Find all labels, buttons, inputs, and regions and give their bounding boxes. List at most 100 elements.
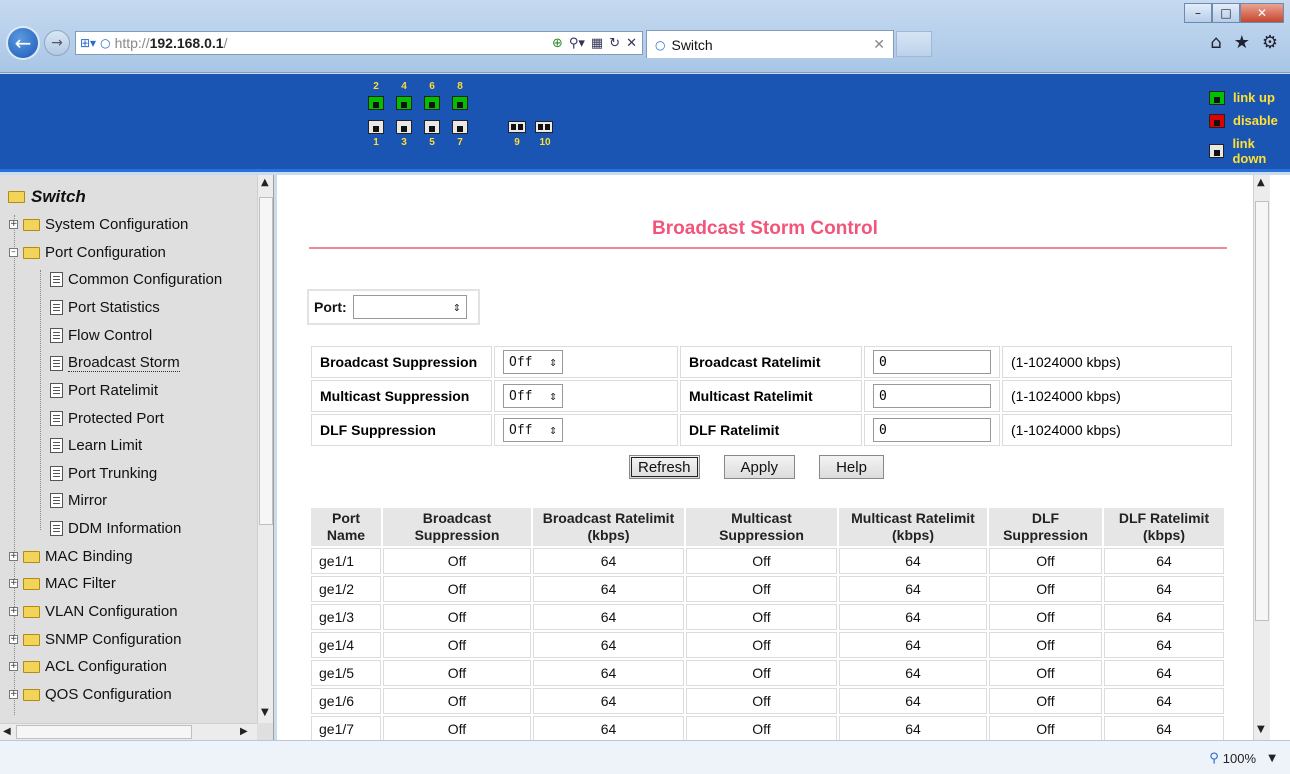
port-number: 5 bbox=[429, 137, 435, 148]
port-2-icon[interactable] bbox=[368, 96, 384, 110]
scroll-left-icon[interactable]: ◀ bbox=[3, 726, 11, 737]
gear-icon[interactable]: ⚙ bbox=[1262, 32, 1278, 53]
port-status-panel: 2 4 6 8 1 3 5 7 9 10 link up disable lin… bbox=[0, 74, 1290, 172]
main-vertical-scrollbar[interactable]: ▲ ▼ bbox=[1253, 175, 1270, 740]
refresh-icon[interactable]: ↻ bbox=[609, 36, 620, 51]
compat-icon[interactable]: ▦ bbox=[591, 36, 603, 51]
expand-icon[interactable]: + bbox=[9, 579, 18, 588]
page-margin bbox=[1270, 175, 1290, 740]
port-6-icon[interactable] bbox=[424, 96, 440, 110]
nav-vertical-scrollbar[interactable]: ▲ ▼ bbox=[257, 175, 273, 723]
nav-item-system-configuration[interactable]: + System Configuration bbox=[9, 216, 188, 233]
nav-item-ddm-information[interactable]: DDM Information bbox=[50, 520, 181, 537]
status-bar: ⚲ 100% ▼ bbox=[0, 740, 1290, 774]
cell-multicast-ratelimit: 64 bbox=[839, 716, 987, 740]
port-3-icon[interactable] bbox=[396, 120, 412, 134]
nav-item-vlan-configuration[interactable]: + VLAN Configuration bbox=[9, 603, 178, 620]
nav-item-mirror[interactable]: Mirror bbox=[50, 492, 107, 509]
table-header-row: Port Name Broadcast Suppression Broadcast … bbox=[311, 508, 1224, 546]
cell-broadcast-suppression: Off bbox=[383, 688, 531, 714]
scroll-up-icon[interactable]: ▲ bbox=[1257, 177, 1265, 188]
nav-item-port-statistics[interactable]: Port Statistics bbox=[50, 299, 160, 316]
star-icon[interactable]: ★ bbox=[1234, 32, 1250, 53]
port-9-sfp-icon[interactable] bbox=[508, 121, 526, 133]
nav-item-qos-configuration[interactable]: + QOS Configuration bbox=[9, 686, 172, 703]
folder-icon bbox=[23, 218, 40, 231]
nav-item-port-trunking[interactable]: Port Trunking bbox=[50, 465, 157, 482]
multicast-suppression-select[interactable]: Off ⇕ bbox=[503, 384, 563, 408]
scroll-thumb[interactable] bbox=[16, 725, 192, 739]
scroll-thumb[interactable] bbox=[1255, 201, 1269, 621]
nav-item-port-ratelimit[interactable]: Port Ratelimit bbox=[50, 382, 158, 399]
expand-icon[interactable]: + bbox=[9, 607, 18, 616]
port-1-icon[interactable] bbox=[368, 120, 384, 134]
add-icon[interactable]: ⊕ bbox=[552, 36, 563, 51]
port-7-icon[interactable] bbox=[452, 120, 468, 134]
nav-horizontal-scrollbar[interactable]: ◀ ▶ bbox=[0, 723, 257, 740]
nav-item-mac-binding[interactable]: + MAC Binding bbox=[9, 548, 133, 565]
zoom-control[interactable]: ⚲ 100% bbox=[1209, 751, 1256, 766]
maximize-icon[interactable]: □ bbox=[1212, 3, 1240, 23]
tree-line bbox=[40, 270, 41, 530]
expand-icon[interactable]: + bbox=[9, 690, 18, 699]
broadcast-ratelimit-input[interactable] bbox=[873, 350, 991, 374]
cell-multicast-ratelimit: 64 bbox=[839, 660, 987, 686]
port-10-sfp-icon[interactable] bbox=[535, 121, 553, 133]
cell-dlf-suppression: Off bbox=[989, 604, 1102, 630]
chevron-down-icon[interactable]: ▼ bbox=[1268, 753, 1276, 764]
dlf-suppression-select[interactable]: Off ⇕ bbox=[503, 418, 563, 442]
cell-multicast-ratelimit: 64 bbox=[839, 576, 987, 602]
refresh-button[interactable]: Refresh bbox=[629, 455, 700, 479]
forward-button[interactable]: → bbox=[44, 30, 70, 56]
new-tab-button[interactable] bbox=[896, 31, 932, 57]
scroll-down-icon[interactable]: ▼ bbox=[261, 707, 269, 718]
nav-item-learn-limit[interactable]: Learn Limit bbox=[50, 437, 142, 454]
stop-icon[interactable]: ✕ bbox=[626, 36, 637, 51]
expand-icon[interactable]: + bbox=[9, 635, 18, 644]
cell-multicast-suppression: Off bbox=[686, 688, 837, 714]
select-arrows-icon: ⇕ bbox=[452, 299, 461, 315]
nav-item-flow-control[interactable]: Flow Control bbox=[50, 327, 152, 344]
expand-icon[interactable]: + bbox=[9, 220, 18, 229]
port-select[interactable]: ⇕ bbox=[352, 295, 467, 319]
expand-icon[interactable]: + bbox=[9, 662, 18, 671]
expand-icon[interactable]: + bbox=[9, 552, 18, 561]
select-arrows-icon: ⇕ bbox=[549, 422, 557, 438]
nav-item-port-configuration[interactable]: – Port Configuration bbox=[9, 244, 166, 261]
nav-item-protected-port[interactable]: Protected Port bbox=[50, 410, 164, 427]
home-icon[interactable]: ⌂ bbox=[1210, 32, 1221, 53]
nav-item-snmp-configuration[interactable]: + SNMP Configuration bbox=[9, 631, 181, 648]
cell-multicast-suppression: Off bbox=[686, 576, 837, 602]
nav-item-acl-configuration[interactable]: + ACL Configuration bbox=[9, 658, 167, 675]
tab-close-icon[interactable]: ✕ bbox=[873, 37, 885, 53]
back-button[interactable]: ← bbox=[6, 26, 40, 60]
cell-port-name: ge1/2 bbox=[311, 576, 381, 602]
minimize-icon[interactable]: – bbox=[1184, 3, 1212, 23]
browser-tab[interactable]: ○ Switch ✕ bbox=[646, 30, 894, 58]
cell-dlf-suppression: Off bbox=[989, 548, 1102, 574]
port-8-icon[interactable] bbox=[452, 96, 468, 110]
broadcast-suppression-select[interactable]: Off ⇕ bbox=[503, 350, 563, 374]
nav-item-broadcast-storm[interactable]: Broadcast Storm bbox=[50, 354, 180, 372]
apply-button[interactable]: Apply bbox=[723, 455, 796, 479]
address-bar[interactable]: ⊞▾ ○ http://192.168.0.1/ ⊕ ⚲▾ ▦ ↻ ✕ bbox=[75, 31, 643, 55]
tab-favicon-icon: ○ bbox=[655, 37, 666, 52]
scroll-thumb[interactable] bbox=[259, 197, 273, 525]
nav-root[interactable]: Switch bbox=[8, 187, 86, 207]
dlf-ratelimit-input[interactable] bbox=[873, 418, 991, 442]
nav-item-common-configuration[interactable]: Common Configuration bbox=[50, 271, 222, 288]
multicast-ratelimit-input[interactable] bbox=[873, 384, 991, 408]
scroll-right-icon[interactable]: ▶ bbox=[240, 726, 248, 737]
port-4-icon[interactable] bbox=[396, 96, 412, 110]
compat-view-icon[interactable]: ⊞▾ bbox=[80, 36, 96, 50]
search-icon[interactable]: ⚲▾ bbox=[569, 36, 585, 51]
help-button[interactable]: Help bbox=[819, 455, 884, 479]
scroll-up-icon[interactable]: ▲ bbox=[261, 177, 269, 188]
url-text[interactable]: http://192.168.0.1/ bbox=[115, 35, 228, 51]
scroll-down-icon[interactable]: ▼ bbox=[1257, 724, 1265, 735]
close-icon[interactable]: ✕ bbox=[1240, 3, 1284, 23]
nav-item-mac-filter[interactable]: + MAC Filter bbox=[9, 575, 116, 592]
cell-broadcast-ratelimit: 64 bbox=[533, 548, 684, 574]
port-5-icon[interactable] bbox=[424, 120, 440, 134]
collapse-icon[interactable]: – bbox=[9, 248, 18, 257]
